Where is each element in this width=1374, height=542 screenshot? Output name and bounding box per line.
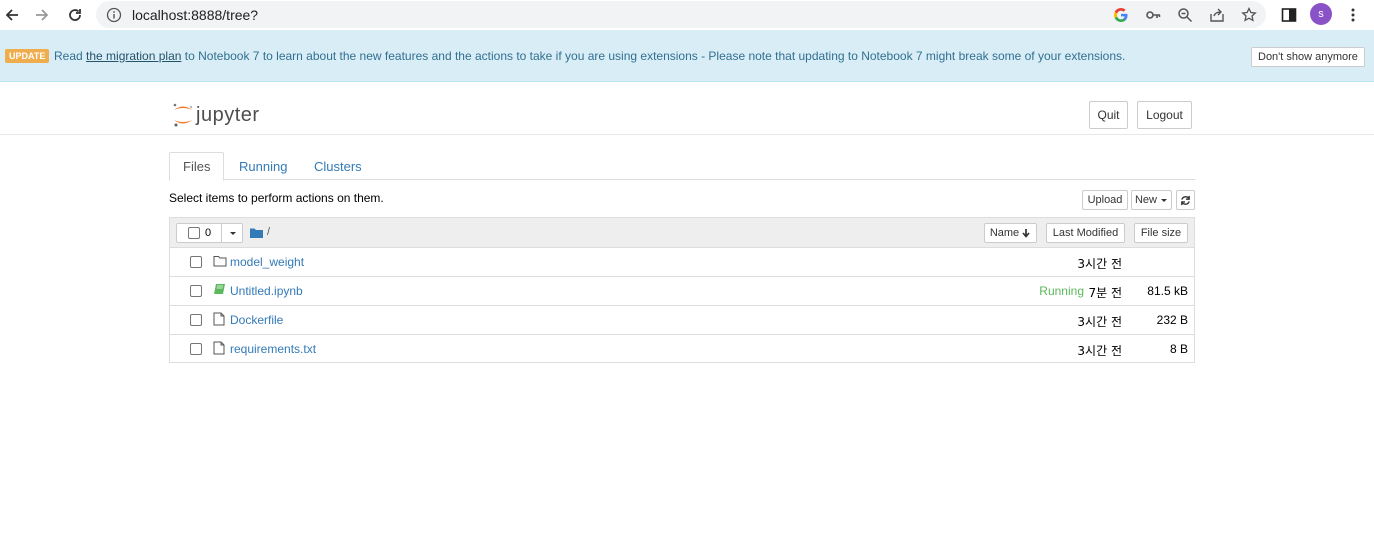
file-icon [213, 312, 227, 326]
logo-text: jupyter [196, 103, 260, 126]
tab-files[interactable]: Files [169, 152, 225, 181]
item-modified: 7분 전 [1088, 286, 1122, 300]
list-item[interactable]: Untitled.ipynb Running 7분 전 81.5 kB [170, 277, 1194, 306]
reload-icon[interactable] [65, 5, 85, 25]
zoom-icon[interactable] [1176, 6, 1194, 24]
banner-text-before: Read [54, 49, 83, 63]
dont-show-anymore-button[interactable]: Don't show anymore [1251, 47, 1365, 67]
item-name-link[interactable]: model_weight [230, 255, 304, 269]
notebook-icon [213, 283, 227, 297]
new-button-label: New [1134, 194, 1157, 206]
file-icon [213, 341, 227, 355]
item-name-link[interactable]: requirements.txt [230, 342, 316, 356]
forward-icon[interactable] [32, 5, 52, 25]
item-modified: 3시간 전 [1077, 344, 1122, 358]
item-modified: 3시간 전 [1077, 315, 1122, 329]
file-list: 0 / Name Last Modified File size model_w… [169, 217, 1195, 363]
refresh-icon [1181, 195, 1190, 205]
sort-by-modified-button[interactable]: Last Modified [1046, 223, 1125, 243]
refresh-button[interactable] [1176, 190, 1195, 210]
upload-button[interactable]: Upload [1082, 190, 1128, 210]
item-modified: 3시간 전 [1077, 257, 1122, 271]
jupyter-logo[interactable]: jupyter [172, 102, 260, 128]
menu-icon[interactable] [1344, 6, 1362, 24]
item-name-link[interactable]: Dockerfile [230, 313, 283, 327]
caret-down-icon [1161, 199, 1167, 202]
banner-text-after: to Notebook 7 to learn about the new fea… [184, 49, 1126, 63]
item-size: 8 B [1169, 342, 1188, 356]
item-size: 232 B [1156, 313, 1188, 327]
breadcrumb: / [250, 226, 270, 238]
star-icon[interactable] [1240, 6, 1258, 24]
sort-name-label: Name [989, 227, 1020, 239]
url-text[interactable]: localhost:8888/tree? [132, 7, 258, 23]
google-icon[interactable] [1112, 6, 1130, 24]
select-menu-dropdown[interactable] [221, 224, 243, 242]
sort-by-size-button[interactable]: File size [1134, 223, 1188, 243]
tab-running[interactable]: Running [239, 152, 287, 180]
caret-down-icon [229, 232, 236, 235]
main-tabs: Files Running Clusters [169, 152, 1195, 181]
info-icon[interactable] [106, 7, 122, 23]
arrow-down-icon [1022, 229, 1030, 238]
folder-icon [213, 254, 227, 268]
folder-icon[interactable] [250, 227, 263, 238]
select-all-group: 0 [176, 223, 243, 243]
back-icon[interactable] [2, 5, 22, 25]
new-button[interactable]: New [1131, 190, 1172, 210]
item-checkbox[interactable] [190, 256, 202, 268]
select-all-checkbox[interactable] [188, 227, 200, 239]
file-list-header: 0 / Name Last Modified File size [170, 218, 1194, 248]
list-item[interactable]: requirements.txt 3시간 전 8 B [170, 335, 1194, 364]
browser-toolbar: localhost:8888/tree? s [0, 0, 1374, 30]
breadcrumb-root[interactable]: / [267, 226, 270, 238]
avatar[interactable]: s [1310, 3, 1332, 25]
select-message: Select items to perform actions on them. [169, 191, 384, 205]
share-icon[interactable] [1208, 6, 1226, 24]
list-item[interactable]: model_weight 3시간 전 [170, 248, 1194, 277]
selected-count: 0 [205, 227, 212, 239]
item-name-link[interactable]: Untitled.ipynb [230, 284, 303, 298]
migration-plan-link[interactable]: the migration plan [86, 49, 181, 63]
item-size: 81.5 kB [1147, 284, 1188, 298]
quit-button[interactable]: Quit [1089, 101, 1128, 129]
sidepanel-icon[interactable] [1280, 6, 1298, 24]
update-badge: UPDATE [5, 49, 50, 63]
avatar-letter: s [1318, 8, 1324, 20]
jupyter-logo-icon [173, 103, 192, 127]
update-banner: UPDATE Read the migration plan to Notebo… [0, 30, 1374, 82]
logout-button[interactable]: Logout [1137, 101, 1192, 129]
address-bar[interactable]: localhost:8888/tree? [96, 1, 1266, 28]
item-status: Running [1039, 284, 1084, 298]
list-item[interactable]: Dockerfile 3시간 전 232 B [170, 306, 1194, 335]
tab-clusters[interactable]: Clusters [314, 152, 362, 180]
jupyter-header: jupyter Quit Logout [0, 82, 1374, 135]
item-checkbox[interactable] [190, 285, 202, 297]
item-checkbox[interactable] [190, 343, 202, 355]
item-checkbox[interactable] [190, 314, 202, 326]
key-icon[interactable] [1144, 6, 1162, 24]
sort-by-name-button[interactable]: Name [984, 223, 1037, 243]
banner-message: Read the migration plan to Notebook 7 to… [54, 49, 1125, 63]
